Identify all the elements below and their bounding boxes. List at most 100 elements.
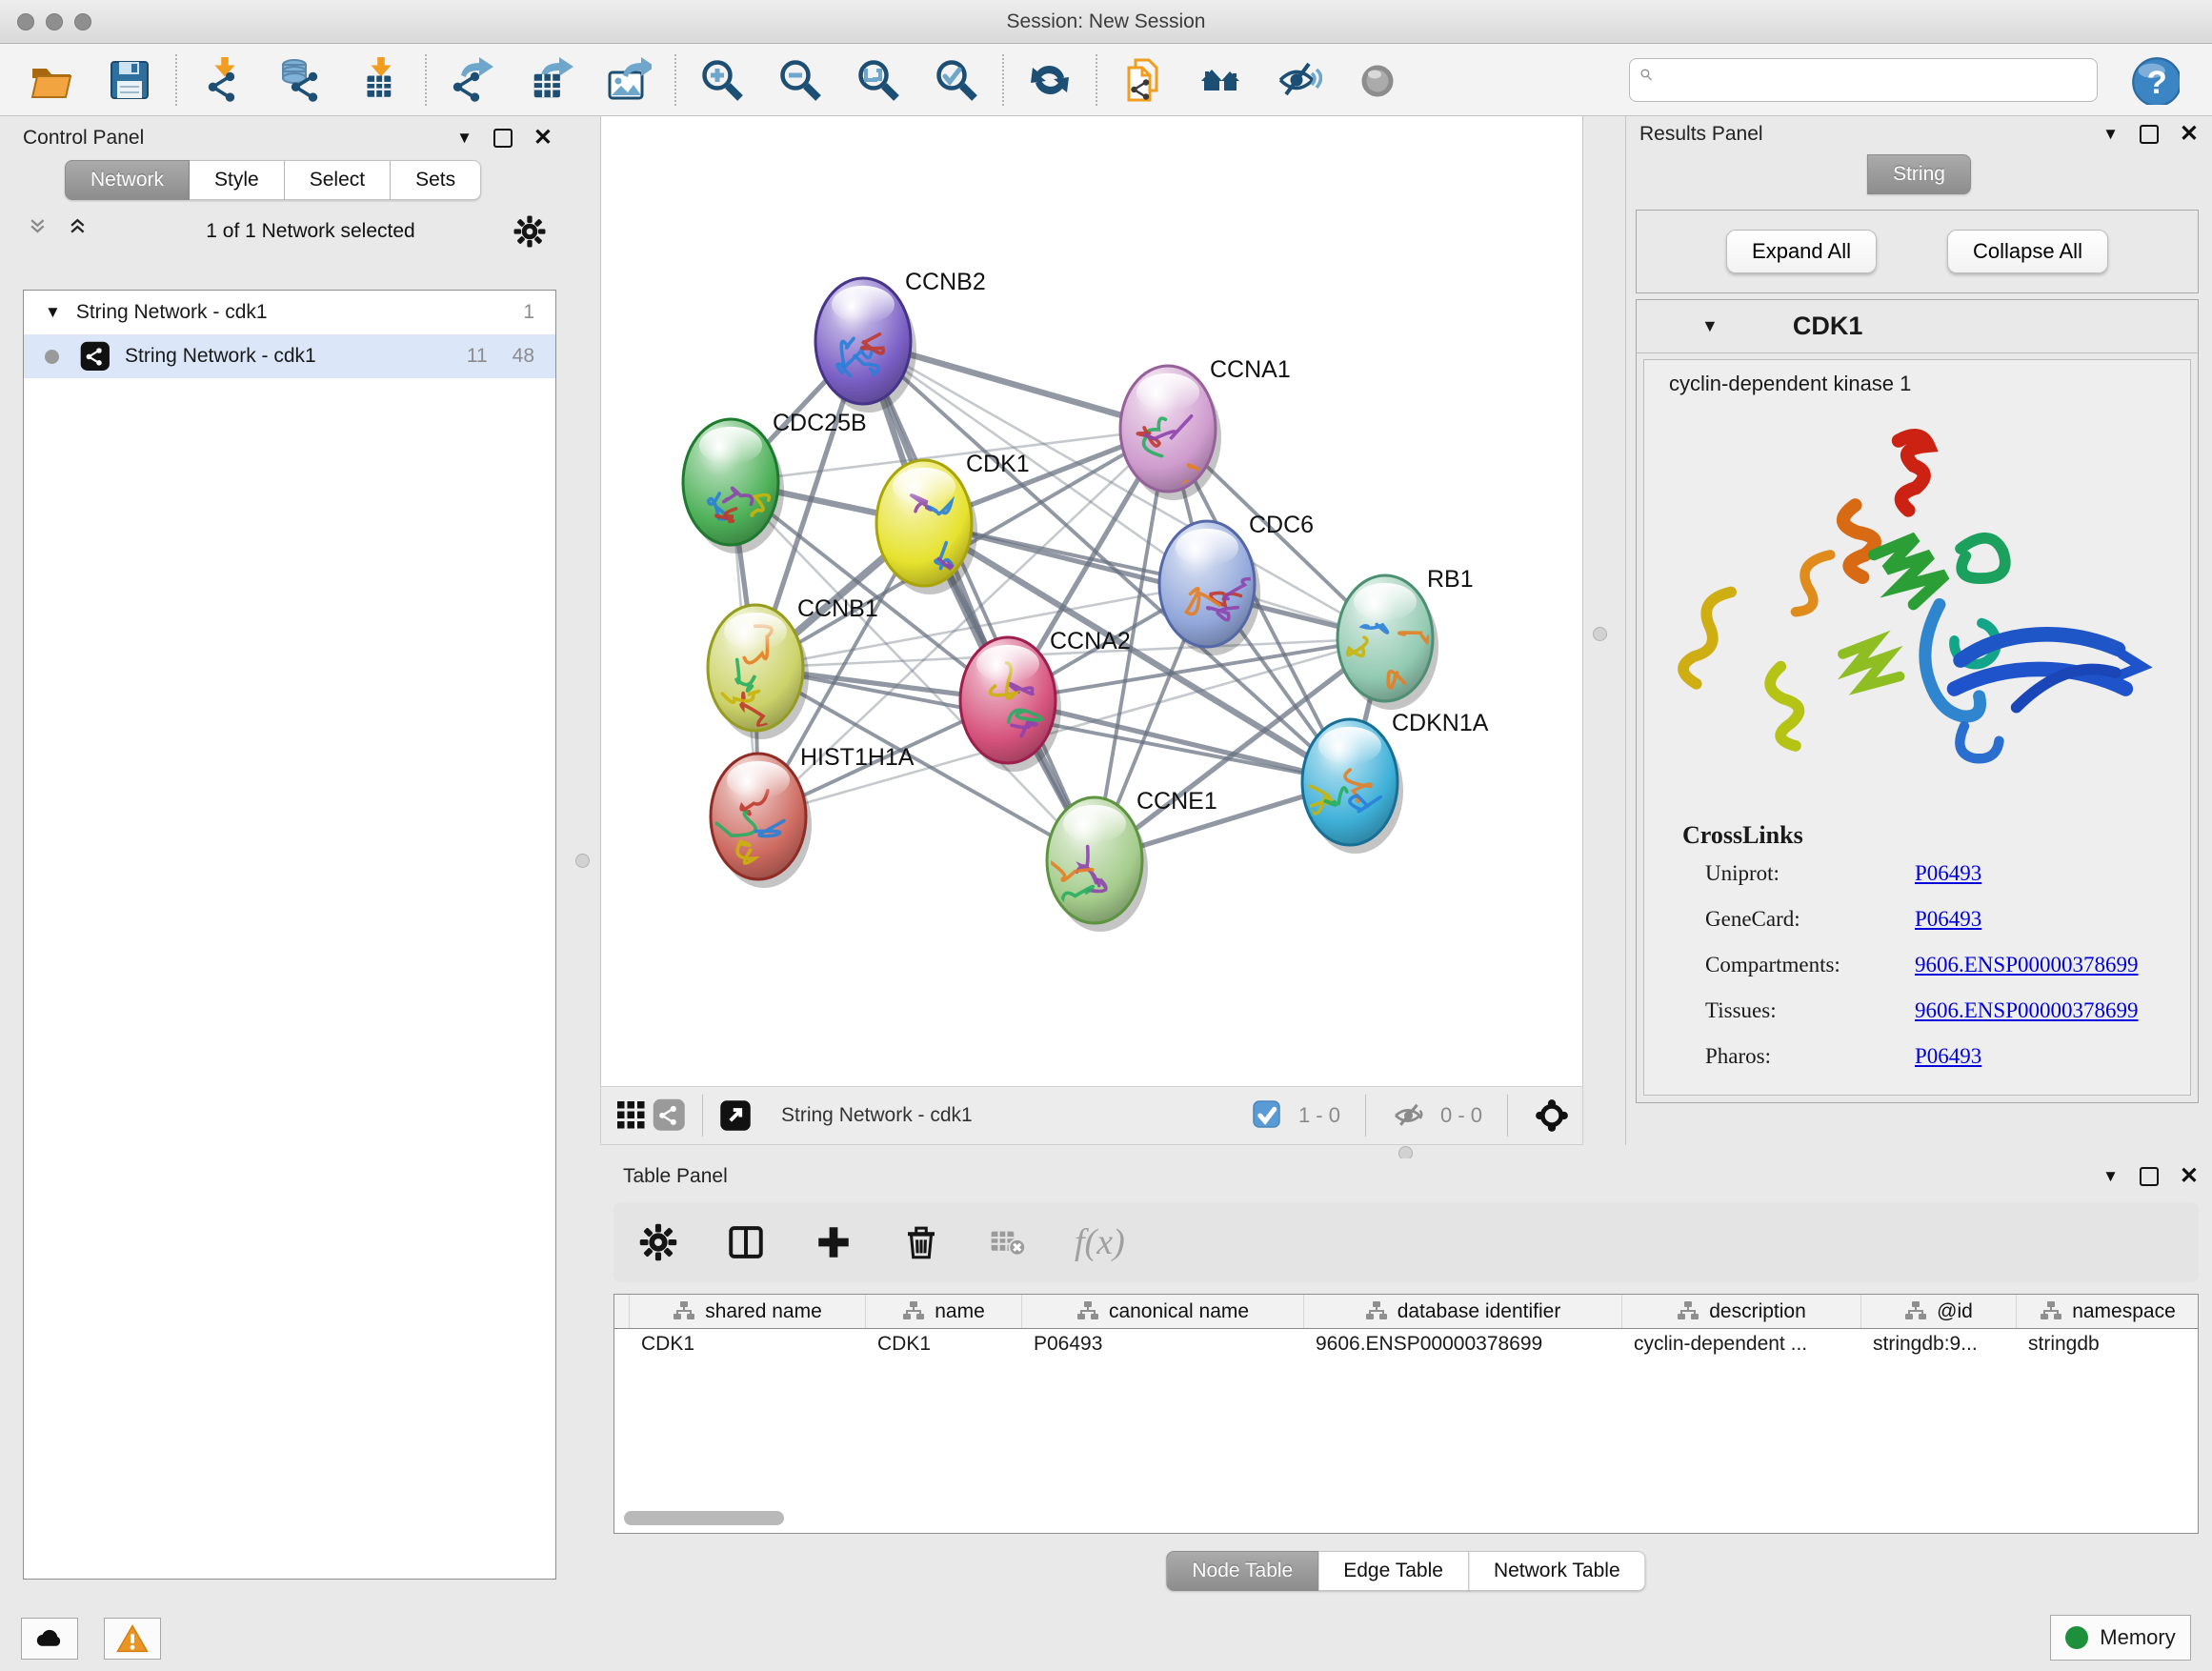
hide-glass-icon[interactable] <box>1275 55 1324 105</box>
import-network-database-icon[interactable] <box>276 55 326 105</box>
save-session-icon[interactable] <box>105 55 154 105</box>
network-row-selected[interactable]: String Network - cdk1 11 48 <box>24 334 555 378</box>
node-CCNB2[interactable]: CCNB2 <box>815 269 986 413</box>
share-view-icon[interactable] <box>651 1097 689 1135</box>
expand-all-button[interactable]: Expand All <box>1726 230 1877 273</box>
node-CCNE1[interactable]: CCNE1 <box>1046 788 1217 932</box>
node-CDC25B[interactable]: CDC25B <box>683 410 867 554</box>
memory-button[interactable]: Memory <box>2050 1615 2191 1661</box>
node-CDKN1A[interactable]: CDKN1A <box>1302 710 1489 854</box>
crosslink-link[interactable]: P06493 <box>1915 1044 1981 1069</box>
birdseye-view-icon[interactable] <box>716 1097 754 1135</box>
table-panel-float-icon[interactable] <box>2140 1167 2159 1186</box>
export-image-icon[interactable] <box>604 55 654 105</box>
warnings-button[interactable] <box>104 1618 161 1660</box>
import-table-file-icon[interactable] <box>354 55 404 105</box>
table-cell[interactable]: CDK1 <box>630 1329 866 1363</box>
add-column-icon[interactable] <box>812 1220 855 1264</box>
zoom-selected-icon[interactable] <box>932 55 981 105</box>
export-table-icon[interactable] <box>526 55 575 105</box>
column-header--id[interactable]: @id <box>1861 1295 2017 1328</box>
table-cell[interactable]: P06493 <box>1022 1329 1304 1363</box>
column-header-shared-name[interactable]: shared name <box>630 1295 866 1328</box>
zoom-in-icon[interactable] <box>697 55 747 105</box>
table-panel-collapse-icon[interactable]: ▼ <box>2102 1167 2119 1186</box>
import-string-network-icon[interactable] <box>1118 55 1168 105</box>
collection-expand-icon[interactable]: ▼ <box>45 303 61 322</box>
node-CCNA1[interactable]: CCNA1 <box>1120 356 1291 500</box>
fit-content-crosshair-icon[interactable] <box>1533 1097 1571 1135</box>
table-header-row: shared namenamecanonical namedatabase id… <box>614 1295 2198 1329</box>
edge-CCNB2-CCNE1[interactable] <box>863 341 1095 860</box>
search-input[interactable] <box>1672 69 2087 91</box>
collapse-all-networks-icon[interactable] <box>29 217 57 246</box>
show-columns-icon[interactable] <box>724 1220 768 1264</box>
crosslink-link[interactable]: 9606.ENSP00000378699 <box>1915 998 2139 1023</box>
table-cell[interactable]: 9606.ENSP00000378699 <box>1304 1329 1622 1363</box>
results-panel-close-icon[interactable]: ✕ <box>2180 125 2199 144</box>
help-button[interactable]: ? <box>2130 55 2180 105</box>
crosslink-link[interactable]: 9606.ENSP00000378699 <box>1915 953 2139 977</box>
export-network-icon[interactable] <box>448 55 497 105</box>
tab-style[interactable]: Style <box>190 160 285 200</box>
node-label-CDC6: CDC6 <box>1249 512 1314 538</box>
zoom-out-icon[interactable] <box>775 55 825 105</box>
import-network-file-icon[interactable] <box>198 55 248 105</box>
network-options-gear-icon[interactable] <box>513 214 547 249</box>
table-cell[interactable]: stringdb <box>2017 1329 2199 1363</box>
table-horizontal-scrollbar[interactable] <box>624 1511 784 1525</box>
column-header-namespace[interactable]: namespace <box>2017 1295 2199 1328</box>
tab-node-table[interactable]: Node Table <box>1166 1551 1318 1591</box>
tab-sets[interactable]: Sets <box>391 160 481 200</box>
table-settings-gear-icon[interactable] <box>636 1220 680 1264</box>
table-cell[interactable]: cyclin-dependent ... <box>1622 1329 1861 1363</box>
zoom-fit-icon[interactable] <box>854 55 903 105</box>
node-label-CDK1: CDK1 <box>966 451 1030 477</box>
selected-checkbox-icon[interactable] <box>1249 1097 1287 1135</box>
column-header-database-identifier[interactable]: database identifier <box>1304 1295 1622 1328</box>
table-row[interactable]: CDK1CDK1P064939606.ENSP00000378699cyclin… <box>614 1329 2198 1363</box>
gene-name: CDK1 <box>1793 312 1863 341</box>
tab-select[interactable]: Select <box>285 160 391 200</box>
string-network-graph[interactable]: CCNB2 CCNA1 CDC25B CDK1 CDC6 RB1 CCNB1 CCNA2 CDK… <box>601 116 1582 1084</box>
node-CCNA2[interactable]: CCNA2 <box>960 628 1131 772</box>
control-panel-collapse-icon[interactable]: ▼ <box>456 129 473 148</box>
column-header-name[interactable]: name <box>866 1295 1022 1328</box>
gray-orb-icon[interactable] <box>1353 55 1402 105</box>
delete-column-icon[interactable] <box>899 1220 943 1264</box>
tab-network-table[interactable]: Network Table <box>1469 1551 1646 1591</box>
left-splitter-handle[interactable] <box>575 854 590 868</box>
network-collection-row[interactable]: ▼ String Network - cdk1 1 <box>24 291 555 334</box>
expand-all-networks-icon[interactable] <box>69 217 97 246</box>
crosslink-link[interactable]: P06493 <box>1915 907 1981 932</box>
grid-view-icon[interactable] <box>613 1097 651 1135</box>
table-cell[interactable]: stringdb:9... <box>1861 1329 2017 1363</box>
string-home-icon[interactable] <box>1196 55 1246 105</box>
apply-layout-icon[interactable] <box>1025 55 1075 105</box>
edge-CDK1-RB1[interactable] <box>924 523 1385 638</box>
table-cell[interactable]: CDK1 <box>866 1329 1022 1363</box>
results-panel-float-icon[interactable] <box>2140 125 2159 144</box>
node-HIST1H1A[interactable]: HIST1H1A <box>711 744 915 888</box>
tab-string[interactable]: String <box>1867 154 1971 194</box>
gene-expand-icon[interactable]: ▼ <box>1701 316 1719 336</box>
node-CCNB1[interactable]: CCNB1 <box>708 595 878 739</box>
crosslink-link[interactable]: P06493 <box>1915 861 1981 886</box>
results-panel-collapse-icon[interactable]: ▼ <box>2102 125 2119 144</box>
table-panel-close-icon[interactable]: ✕ <box>2180 1167 2199 1186</box>
control-panel-close-icon[interactable]: ✕ <box>533 129 553 148</box>
node-RB1[interactable]: RB1 <box>1337 566 1474 710</box>
search-box[interactable] <box>1629 58 2098 102</box>
open-session-icon[interactable] <box>27 55 76 105</box>
hidden-eye-icon <box>1391 1097 1429 1135</box>
tab-edge-table[interactable]: Edge Table <box>1318 1551 1469 1591</box>
column-header-canonical-name[interactable]: canonical name <box>1022 1295 1304 1328</box>
tab-network[interactable]: Network <box>65 160 190 200</box>
right-splitter-handle[interactable] <box>1593 627 1607 641</box>
cloud-status-button[interactable] <box>21 1618 78 1660</box>
crosslinks-title: CrossLinks <box>1682 821 2190 850</box>
network-canvas[interactable]: CCNB2 CCNA1 CDC25B CDK1 CDC6 RB1 CCNB1 CCNA2 CDK… <box>600 116 1583 1086</box>
column-header-description[interactable]: description <box>1622 1295 1861 1328</box>
collapse-all-button[interactable]: Collapse All <box>1947 230 2108 273</box>
control-panel-float-icon[interactable] <box>493 129 513 148</box>
